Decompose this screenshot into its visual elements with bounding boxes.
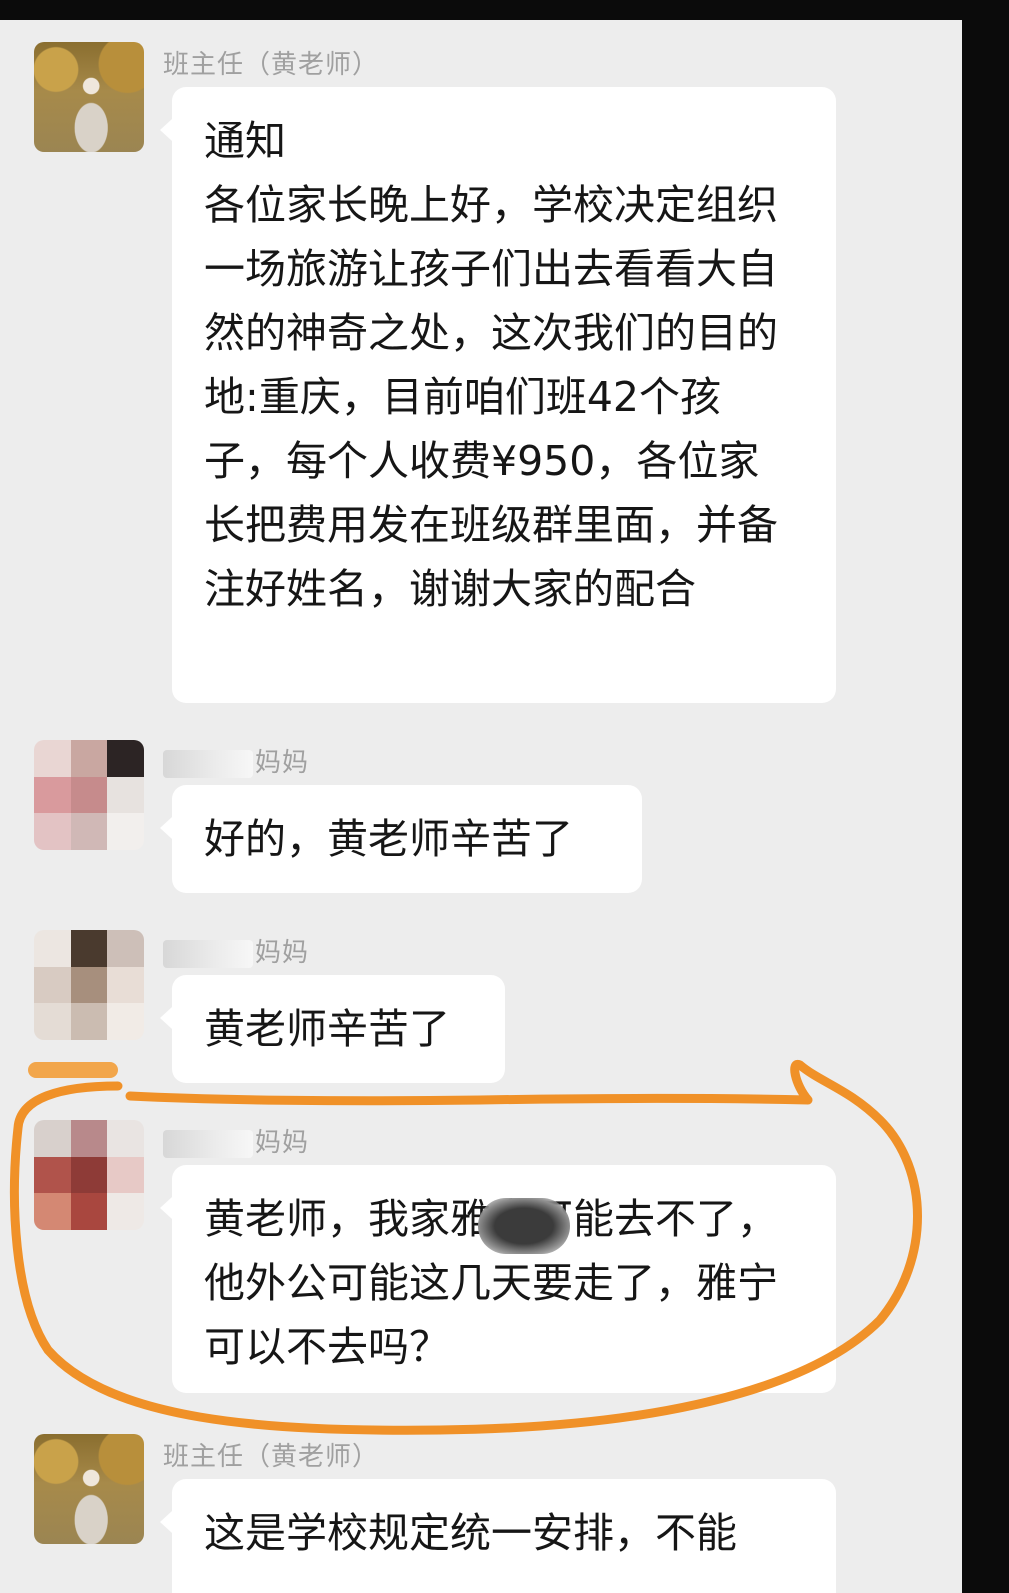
redacted-name-blur xyxy=(163,1129,253,1158)
sender-name: 妈妈 xyxy=(163,932,309,969)
parent-avatar-pixelated[interactable] xyxy=(34,930,144,1040)
sender-name: 班主任（黄老师） xyxy=(163,1442,380,1472)
message-bubble[interactable]: 通知 各位家长晚上好，学校决定组织一场旅游让孩子们出去看看大自然的神奇之处，这次… xyxy=(160,87,836,703)
screen-edge xyxy=(962,0,1009,1593)
redacted-word-blob xyxy=(478,1198,570,1254)
message-bubble[interactable]: 好的，黄老师辛苦了 xyxy=(160,785,642,893)
message-bubble[interactable]: 这是学校规定统一安排，不能 xyxy=(160,1479,836,1593)
redacted-name-blur xyxy=(163,939,253,968)
redacted-name-blur xyxy=(163,749,253,778)
parent-avatar-pixelated[interactable] xyxy=(34,1120,144,1230)
parent-avatar-pixelated[interactable] xyxy=(34,740,144,850)
sender-name: 妈妈 xyxy=(163,1122,309,1159)
chat-screen: 班主任（黄老师） 通知 各位家长晚上好，学校决定组织一场旅游让孩子们出去看看大自… xyxy=(0,20,962,1593)
sender-name: 班主任（黄老师） xyxy=(163,50,380,80)
sender-name: 妈妈 xyxy=(163,742,309,779)
teacher-avatar[interactable] xyxy=(34,1434,144,1544)
message-bubble[interactable]: 黄老师辛苦了 xyxy=(160,975,505,1083)
teacher-avatar[interactable] xyxy=(34,42,144,152)
